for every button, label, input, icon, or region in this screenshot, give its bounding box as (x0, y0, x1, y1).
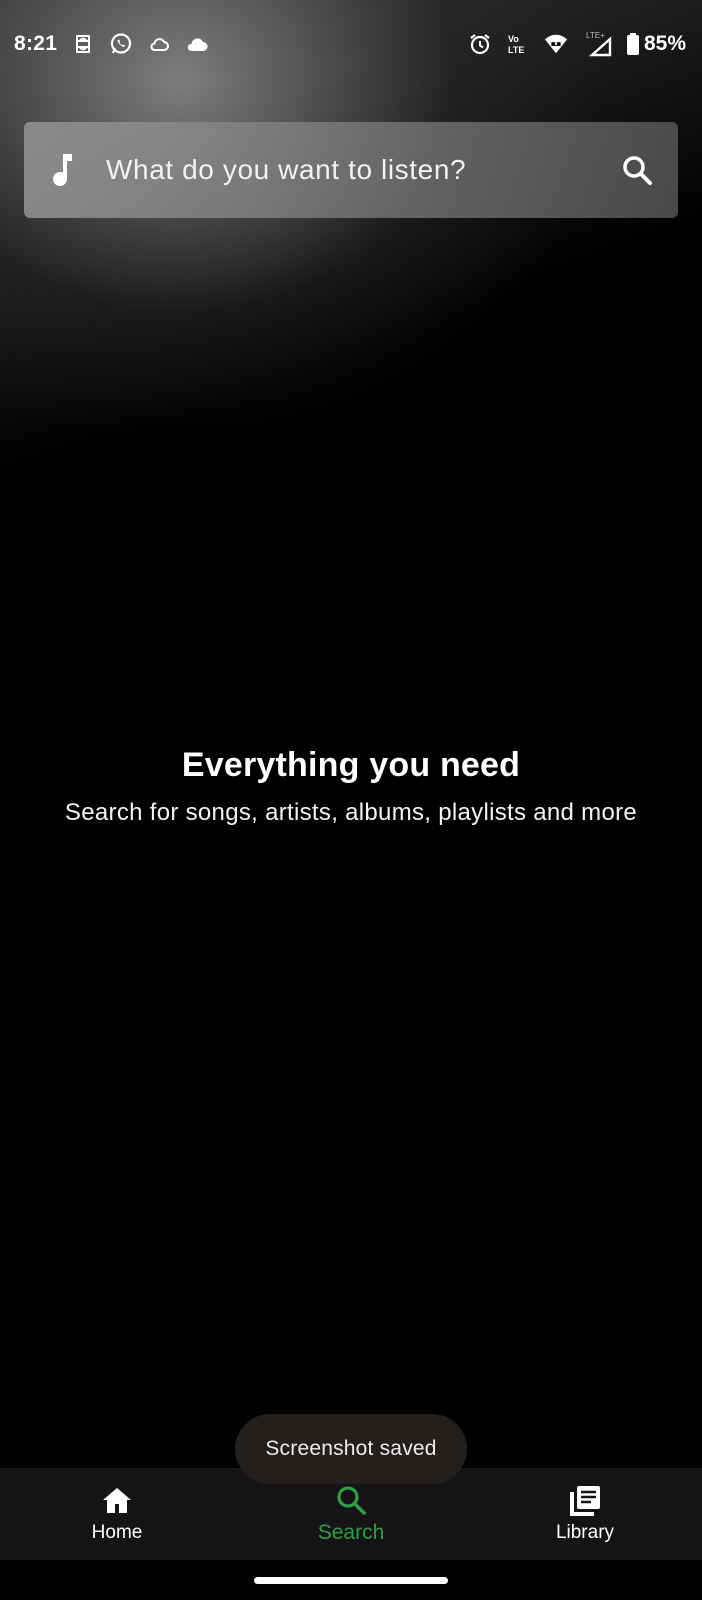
music-note-icon (50, 152, 76, 188)
svg-text:LTE: LTE (508, 45, 524, 55)
wifi-icon (544, 32, 568, 56)
home-icon (100, 1484, 134, 1518)
toast-message: Screenshot saved (235, 1414, 467, 1484)
signal-icon: LTE+ (582, 31, 612, 57)
search-icon[interactable] (620, 153, 654, 187)
nav-search-label: Search (317, 1521, 385, 1544)
battery-icon (626, 32, 640, 56)
search-input[interactable]: What do you want to listen? (106, 154, 620, 186)
search-icon (334, 1483, 368, 1517)
alarm-icon (468, 32, 492, 56)
status-bar: 8:21 Vo LTE LTE+ 85% (0, 0, 702, 88)
search-bar[interactable]: What do you want to listen? (24, 122, 678, 218)
nav-home[interactable]: Home (37, 1484, 197, 1544)
status-bar-left: 8:21 (14, 32, 209, 56)
nav-search[interactable]: Search (271, 1483, 431, 1545)
status-time: 8:21 (14, 32, 58, 55)
nav-library[interactable]: Library (505, 1484, 665, 1544)
nav-home-label: Home (91, 1522, 143, 1543)
svg-text:Vo: Vo (508, 34, 519, 44)
status-bar-right: Vo LTE LTE+ 85% (468, 31, 686, 57)
sim-icon (71, 32, 95, 56)
cloud-outline-icon (147, 32, 171, 56)
volte-icon: Vo LTE (506, 32, 530, 56)
app-screen: 8:21 Vo LTE LTE+ 85% What do you want to… (0, 0, 702, 1600)
empty-state-subtitle: Search for songs, artists, albums, playl… (64, 799, 638, 826)
library-icon (568, 1484, 602, 1518)
home-gesture-handle[interactable] (254, 1577, 448, 1584)
svg-text:LTE+: LTE+ (586, 31, 605, 40)
cloud-icon (185, 32, 209, 56)
whatsapp-icon (109, 32, 133, 56)
battery-percentage: 85% (643, 32, 686, 55)
empty-state: Everything you need Search for songs, ar… (0, 746, 702, 827)
empty-state-title: Everything you need (181, 746, 521, 784)
nav-library-label: Library (555, 1522, 615, 1543)
